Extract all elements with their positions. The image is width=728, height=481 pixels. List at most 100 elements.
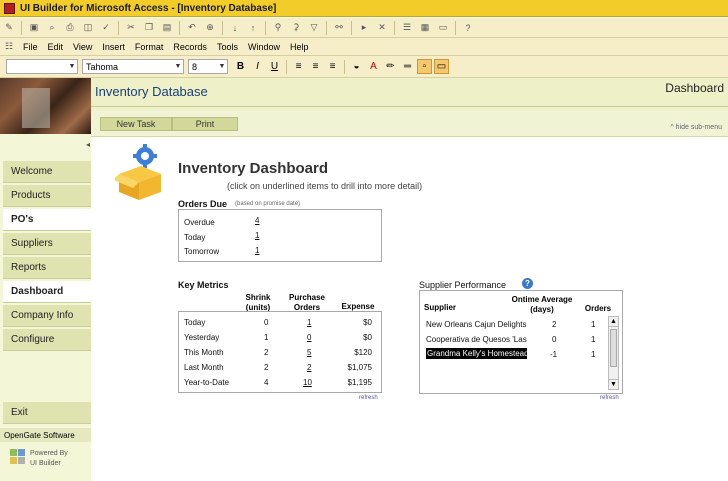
bold-button[interactable]: B: [233, 59, 248, 74]
supplier-name-selected[interactable]: Grandma Kelly's Homestead: [426, 348, 527, 359]
align-right-icon[interactable]: ≡: [325, 59, 340, 74]
menu-edit[interactable]: Edit: [43, 42, 69, 52]
border-icon[interactable]: ▭: [434, 59, 449, 74]
metric-shrink: 0: [264, 318, 269, 327]
menu-tools[interactable]: Tools: [212, 42, 243, 52]
powered-by-line1: Powered By: [30, 450, 68, 457]
sidebar-item-dashboard[interactable]: Dashboard: [3, 281, 91, 303]
chevron-down-icon[interactable]: ▼: [173, 60, 183, 73]
orders-due-label: Today: [184, 233, 206, 242]
help-icon[interactable]: ?: [461, 21, 475, 35]
scroll-thumb[interactable]: [610, 329, 617, 367]
filter-selection-icon[interactable]: ⚲: [271, 21, 285, 35]
filter-form-icon[interactable]: ⚳: [289, 21, 303, 35]
spelling-icon[interactable]: ✓: [99, 21, 113, 35]
print-preview-icon[interactable]: ◫: [81, 21, 95, 35]
chevron-down-icon[interactable]: ▼: [67, 60, 77, 73]
menu-records[interactable]: Records: [168, 42, 212, 52]
menu-window[interactable]: Window: [243, 42, 285, 52]
sort-descending-icon[interactable]: ↑: [246, 21, 260, 35]
hide-sub-menu-link[interactable]: ^ hide sub-menu: [670, 124, 722, 131]
line-width-icon[interactable]: ═: [400, 59, 415, 74]
delete-record-icon[interactable]: ✕: [375, 21, 389, 35]
sort-ascending-icon[interactable]: ↓: [228, 21, 242, 35]
fill-color-icon[interactable]: ◒: [349, 59, 364, 74]
supplier-ontime: -1: [550, 350, 558, 359]
scroll-down-icon[interactable]: ▼: [609, 379, 618, 389]
print-button[interactable]: Print: [172, 117, 238, 131]
font-size-combo[interactable]: 8 ▼: [188, 59, 228, 74]
orders-due-value[interactable]: 1: [255, 246, 259, 255]
sidebar-item-welcome[interactable]: Welcome: [3, 161, 91, 183]
object-combo[interactable]: ▼: [6, 59, 78, 74]
sidebar-item-exit[interactable]: Exit: [3, 402, 91, 424]
window-title-bar[interactable]: UI Builder for Microsoft Access - [Inven…: [0, 0, 728, 17]
menu-file[interactable]: File: [18, 42, 43, 52]
chevron-down-icon[interactable]: ▼: [217, 60, 227, 73]
search-icon[interactable]: ⌕: [45, 21, 59, 35]
ontime-column-header: Ontime Average (days): [511, 295, 573, 314]
align-center-icon[interactable]: ≡: [308, 59, 323, 74]
metric-purchase-orders[interactable]: 5: [307, 348, 311, 357]
italic-button[interactable]: I: [250, 59, 265, 74]
toolbar-separator: [179, 20, 180, 35]
sidebar-item-configure[interactable]: Configure: [3, 329, 91, 351]
menu-help[interactable]: Help: [285, 42, 314, 52]
sidebar-item-suppliers[interactable]: Suppliers: [3, 233, 91, 255]
key-metrics-refresh-link[interactable]: refresh: [359, 395, 378, 401]
sidebar-item-products[interactable]: Products: [3, 185, 91, 207]
special-effect-icon[interactable]: ▫: [417, 59, 432, 74]
view-icon[interactable]: ✎: [2, 21, 16, 35]
supplier-ontime: 2: [552, 320, 557, 329]
orders-due-value[interactable]: 1: [255, 231, 259, 240]
new-task-button[interactable]: New Task: [100, 117, 172, 131]
apply-filter-icon[interactable]: ▽: [307, 21, 321, 35]
line-color-icon[interactable]: ✏: [383, 59, 398, 74]
find-icon[interactable]: ⚯: [332, 21, 346, 35]
sidebar-item-company-info[interactable]: Company Info: [3, 305, 91, 327]
print-icon[interactable]: ⎙: [63, 21, 77, 35]
orders-due-value[interactable]: 4: [255, 216, 259, 225]
cut-icon[interactable]: ✂: [124, 21, 138, 35]
scroll-up-icon[interactable]: ▲: [609, 317, 618, 327]
help-icon[interactable]: ?: [522, 278, 533, 289]
menu-format[interactable]: Format: [130, 42, 169, 52]
copy-icon[interactable]: ❐: [142, 21, 156, 35]
collapse-arrow-icon[interactable]: ◂: [86, 140, 90, 149]
supplier-name[interactable]: Cooperativa de Quesos 'Las: [426, 335, 530, 344]
orders-due-label: Overdue: [184, 218, 215, 227]
undo-icon[interactable]: ↶: [185, 21, 199, 35]
metric-row-label: Today: [184, 318, 206, 327]
supplier-scrollbar[interactable]: ▲ ▼: [608, 316, 619, 390]
supplier-ontime: 0: [552, 335, 557, 344]
dashboard-subtitle: (click on underlined items to drill into…: [227, 181, 423, 191]
metric-purchase-orders[interactable]: 1: [307, 318, 311, 327]
properties-icon[interactable]: ☰: [400, 21, 414, 35]
font-color-icon[interactable]: A: [366, 59, 381, 74]
inventory-box-icon: [115, 144, 161, 200]
database-window-icon[interactable]: ▦: [418, 21, 432, 35]
metric-purchase-orders[interactable]: 2: [307, 363, 311, 372]
sidebar-item-pos[interactable]: PO's: [3, 209, 91, 231]
hyperlink-icon[interactable]: ⊕: [203, 21, 217, 35]
metric-shrink: 4: [264, 378, 269, 387]
new-object-icon[interactable]: ▭: [436, 21, 450, 35]
menu-view[interactable]: View: [68, 42, 97, 52]
underline-button[interactable]: U: [267, 59, 282, 74]
metric-purchase-orders[interactable]: 10: [303, 378, 312, 387]
supplier-performance-title: Supplier Performance: [419, 280, 507, 290]
metric-purchase-orders[interactable]: 0: [307, 333, 311, 342]
new-record-icon[interactable]: ▸: [357, 21, 371, 35]
supplier-name[interactable]: New Orleans Cajun Delights: [426, 320, 530, 329]
vendor-footer: OpenGate Software: [0, 428, 91, 442]
save-icon[interactable]: ▣: [27, 21, 41, 35]
toolbar-separator: [286, 59, 287, 74]
supplier-performance-refresh-link[interactable]: refresh: [600, 395, 619, 401]
sidebar-item-reports[interactable]: Reports: [3, 257, 91, 279]
font-combo[interactable]: Tahoma ▼: [82, 59, 184, 74]
align-left-icon[interactable]: ≡: [291, 59, 306, 74]
toolbar-separator: [326, 20, 327, 35]
app-icon: [4, 2, 15, 14]
paste-icon[interactable]: ▤: [160, 21, 174, 35]
menu-insert[interactable]: Insert: [97, 42, 130, 52]
